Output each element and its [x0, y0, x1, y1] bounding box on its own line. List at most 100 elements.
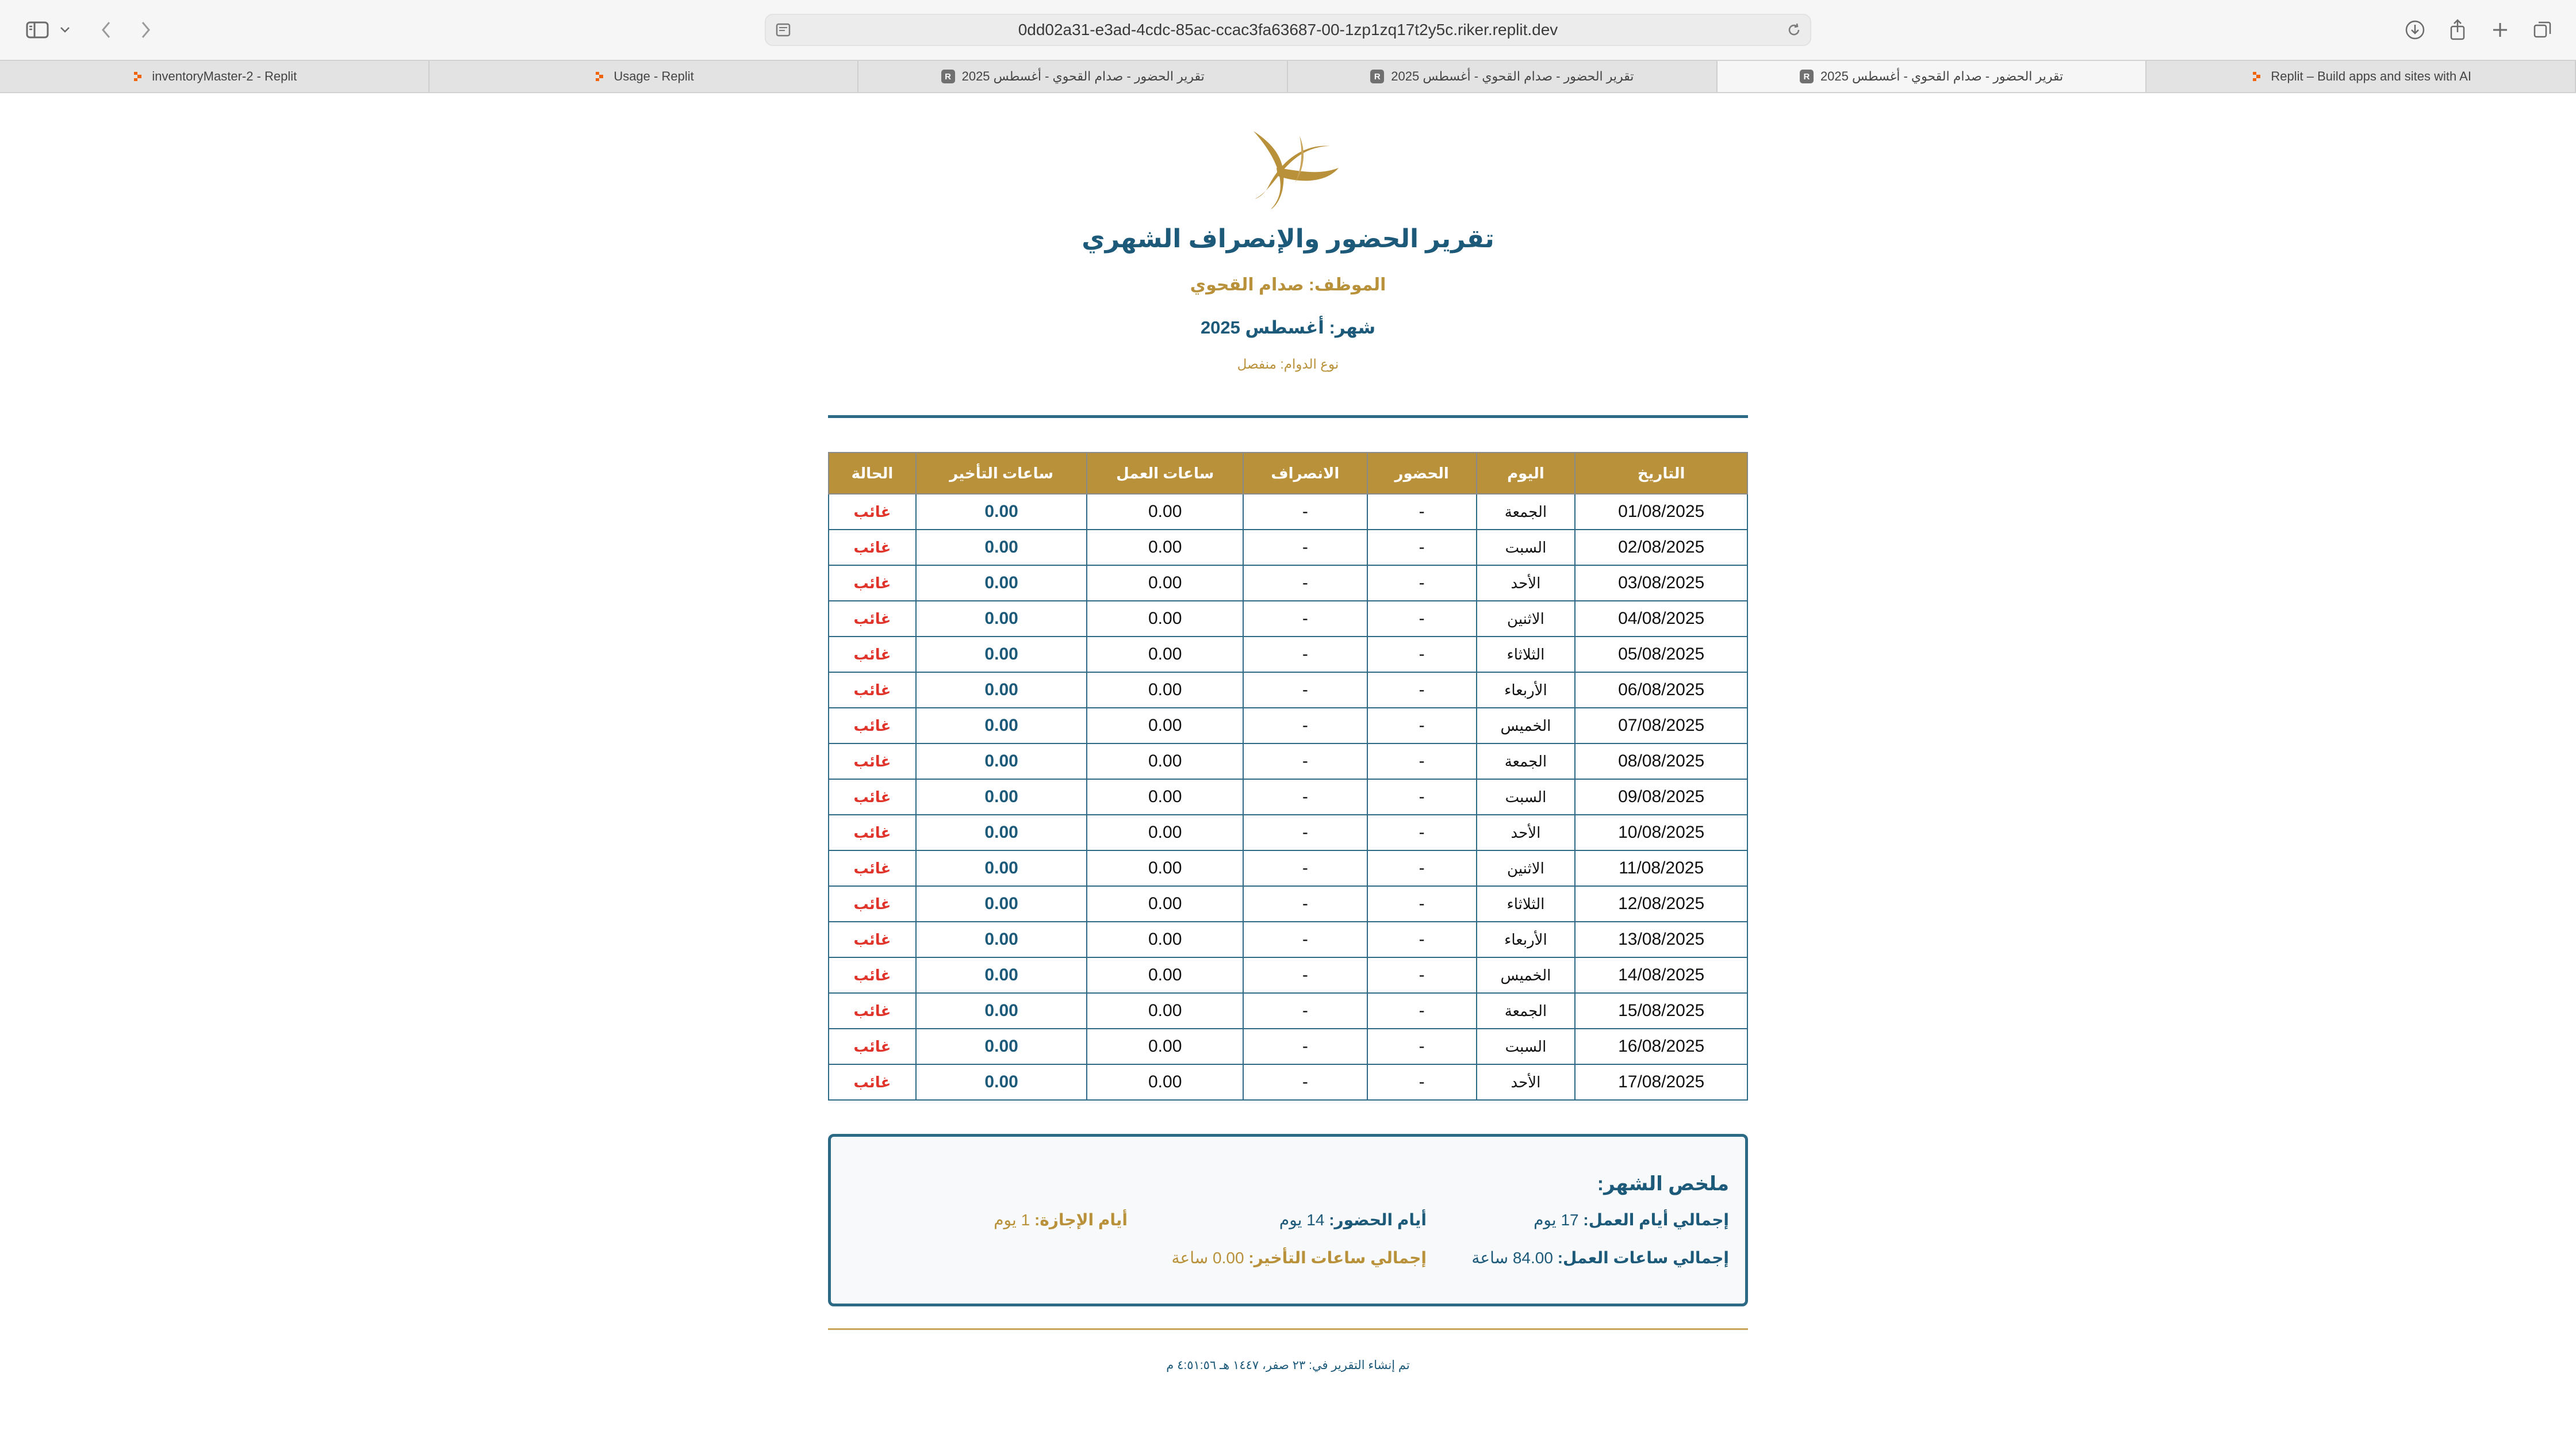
- check-out-cell: -: [1242, 814, 1368, 851]
- status-cell: غائب: [828, 707, 917, 744]
- late-hours-cell: 0.00: [915, 565, 1088, 601]
- summary-total-late-hours: إجمالي ساعات التأخير: 0.00 ساعة: [1172, 1248, 1427, 1267]
- check-in-cell: -: [1366, 1064, 1477, 1101]
- day-cell: الأربعاء: [1475, 672, 1576, 708]
- sidebar-toggle-icon[interactable]: [23, 14, 52, 46]
- work-hours-cell: 0.00: [1086, 885, 1244, 922]
- check-in-cell: -: [1366, 779, 1477, 815]
- check-out-cell: -: [1242, 992, 1368, 1029]
- browser-tab[interactable]: Usage - Replit: [430, 61, 859, 92]
- work-hours-cell: 0.00: [1086, 992, 1244, 1029]
- status-cell: غائب: [828, 565, 917, 601]
- table-row: 14/08/2025 الخميس - -0.00 0.00 غائب: [828, 957, 1748, 994]
- footer-divider: [828, 1328, 1748, 1330]
- check-out-cell: -: [1242, 565, 1368, 601]
- address-bar[interactable]: 0dd02a31-e3ad-4cdc-85ac-ccac3fa63687-00-…: [765, 14, 1811, 46]
- day-cell: الجمعة: [1475, 493, 1576, 530]
- status-cell: غائب: [828, 1064, 917, 1101]
- company-logo: [1254, 131, 1339, 209]
- day-cell: الخميس: [1475, 957, 1576, 994]
- check-out-cell: -: [1242, 600, 1368, 637]
- check-in-cell: -: [1366, 992, 1477, 1029]
- summary-total-work-hours: إجمالي ساعات العمل: 84.00 ساعة: [1471, 1248, 1729, 1267]
- day-cell: السبت: [1475, 779, 1576, 815]
- employee-name: الموظف: صدام القحوي: [1190, 275, 1386, 294]
- check-out-cell: -: [1242, 707, 1368, 744]
- check-in-cell: -: [1366, 743, 1477, 780]
- tab-label: تقرير الحضور - صدام القحوي - أغسطس 2025: [1820, 69, 2064, 83]
- day-cell: الأحد: [1475, 1064, 1576, 1101]
- late-hours-cell: 0.00: [915, 992, 1088, 1029]
- date-cell: 09/08/2025: [1574, 779, 1748, 815]
- status-cell: غائب: [828, 600, 917, 637]
- downloads-icon[interactable]: [2404, 14, 2426, 46]
- day-cell: الاثنين: [1475, 600, 1576, 637]
- table-row: 11/08/2025 الاثنين - -0.00 0.00 غائب: [828, 850, 1748, 887]
- table-row: 04/08/2025 الاثنين - -0.00 0.00 غائب: [828, 600, 1748, 637]
- month-summary: ملخص الشهر: إجمالي أيام العمل: 17 يوم أي…: [828, 1134, 1748, 1306]
- browser-tab[interactable]: Replit – Build apps and sites with AI: [2146, 61, 2576, 92]
- work-hours-cell: 0.00: [1086, 707, 1244, 744]
- new-tab-icon[interactable]: [2489, 14, 2512, 46]
- day-cell: الثلاثاء: [1475, 885, 1576, 922]
- summary-label: إجمالي ساعات العمل:: [1557, 1249, 1729, 1267]
- summary-label: إجمالي ساعات التأخير:: [1248, 1249, 1427, 1267]
- column-header-date: التاريخ: [1574, 452, 1748, 494]
- browser-tab[interactable]: R تقرير الحضور - صدام القحوي - أغسطس 202…: [1288, 61, 1718, 92]
- replit-icon: [593, 70, 607, 83]
- url-text[interactable]: 0dd02a31-e3ad-4cdc-85ac-ccac3fa63687-00-…: [766, 15, 1810, 45]
- work-hours-cell: 0.00: [1086, 493, 1244, 530]
- date-cell: 03/08/2025: [1574, 565, 1748, 601]
- work-hours-cell: 0.00: [1086, 921, 1244, 958]
- check-out-cell: -: [1242, 779, 1368, 815]
- share-icon[interactable]: [2446, 14, 2469, 46]
- check-in-cell: -: [1366, 565, 1477, 601]
- column-header-status: الحالة: [828, 452, 917, 494]
- summary-label: إجمالي أيام العمل:: [1583, 1211, 1729, 1229]
- work-hours-cell: 0.00: [1086, 600, 1244, 637]
- table-row: 15/08/2025 الجمعة - -0.00 0.00 غائب: [828, 992, 1748, 1029]
- check-out-cell: -: [1242, 529, 1368, 566]
- table-row: 10/08/2025 الأحد - -0.00 0.00 غائب: [828, 814, 1748, 851]
- check-in-cell: -: [1366, 885, 1477, 922]
- tab-overview-icon[interactable]: [2531, 14, 2554, 46]
- check-out-cell: -: [1242, 850, 1368, 887]
- check-out-cell: -: [1242, 743, 1368, 780]
- late-hours-cell: 0.00: [915, 957, 1088, 994]
- check-out-cell: -: [1242, 493, 1368, 530]
- column-header-day: اليوم: [1475, 452, 1576, 494]
- browser-tab-active[interactable]: R تقرير الحضور - صدام القحوي - أغسطس 202…: [1717, 61, 2147, 92]
- late-hours-cell: 0.00: [915, 885, 1088, 922]
- check-out-cell: -: [1242, 921, 1368, 958]
- browser-tab[interactable]: R تقرير الحضور - صدام القحوي - أغسطس 202…: [858, 61, 1289, 92]
- date-cell: 01/08/2025: [1574, 493, 1748, 530]
- status-cell: غائب: [828, 529, 917, 566]
- column-header-check-out: الانصراف: [1242, 452, 1368, 494]
- date-cell: 07/08/2025: [1574, 707, 1748, 744]
- check-in-cell: -: [1366, 1028, 1477, 1065]
- summary-title: ملخص الشهر:: [1597, 1173, 1729, 1195]
- table-row: 01/08/2025 الجمعة - -0.00 0.00 غائب: [828, 493, 1748, 530]
- work-hours-cell: 0.00: [1086, 565, 1244, 601]
- summary-label: أيام الإجازة:: [1034, 1211, 1128, 1229]
- day-cell: الجمعة: [1475, 992, 1576, 1029]
- back-icon[interactable]: [97, 14, 116, 46]
- attendance-table-body: 01/08/2025 الجمعة - -0.00 0.00 غائب 02/08/2025…: [828, 493, 1748, 1101]
- forward-icon[interactable]: [136, 14, 155, 46]
- late-hours-cell: 0.00: [915, 850, 1088, 887]
- day-cell: الأربعاء: [1475, 921, 1576, 958]
- date-cell: 15/08/2025: [1574, 992, 1748, 1029]
- header-divider: [828, 415, 1748, 418]
- work-hours-cell: 0.00: [1086, 850, 1244, 887]
- table-header-row: التاريخ اليوم الحضور الانصراف ساعات العم…: [828, 452, 1748, 494]
- reload-icon[interactable]: [1786, 22, 1802, 41]
- r-icon: R: [1370, 70, 1385, 83]
- table-row: 07/08/2025 الخميس - -0.00 0.00 غائب: [828, 707, 1748, 744]
- work-hours-cell: 0.00: [1086, 814, 1244, 851]
- check-in-cell: -: [1366, 850, 1477, 887]
- browser-tab[interactable]: inventoryMaster-2 - Replit: [0, 61, 430, 92]
- summary-attendance-days: أيام الحضور: 14 يوم: [1279, 1210, 1427, 1229]
- chevron-down-icon[interactable]: [56, 14, 74, 46]
- check-in-cell: -: [1366, 600, 1477, 637]
- r-icon: R: [1799, 70, 1814, 83]
